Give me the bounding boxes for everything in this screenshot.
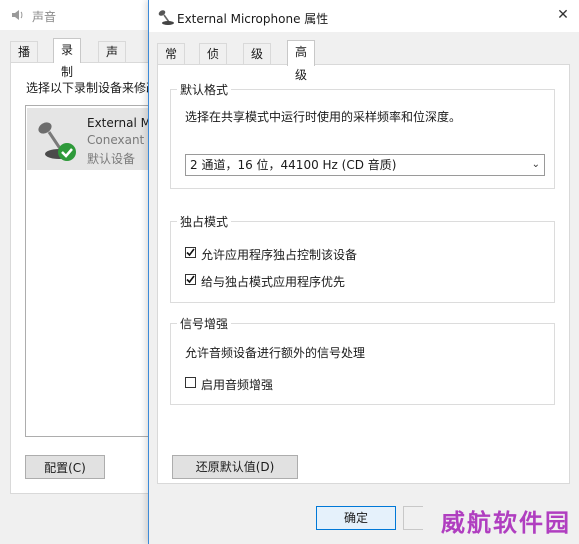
properties-dialog: External Microphone 属性 ✕ 常规 侦听 级别 高级 默认格… bbox=[148, 0, 579, 544]
default-check-badge-icon bbox=[58, 143, 76, 161]
ok-button[interactable]: 确定 bbox=[316, 506, 396, 530]
watermark-text: 威航软件园 bbox=[441, 508, 571, 537]
audio-enhancement-label: 启用音频增强 bbox=[201, 378, 274, 392]
default-format-title: 默认格式 bbox=[177, 81, 232, 98]
tab-recording[interactable]: 录制 bbox=[53, 38, 82, 79]
sound-window-titlebar: 声音 bbox=[0, 0, 160, 30]
exclusive-priority-checkbox[interactable] bbox=[185, 274, 196, 285]
restore-defaults-button[interactable]: 还原默认值(D) bbox=[172, 455, 298, 479]
sound-window-title: 声音 bbox=[32, 10, 57, 24]
device-driver: Conexant 2 bbox=[87, 133, 156, 147]
signal-enhancement-title: 信号增强 bbox=[177, 315, 232, 332]
tab-general[interactable]: 常规 bbox=[157, 43, 186, 82]
exclusive-mode-title: 独占模式 bbox=[177, 213, 232, 230]
speaker-icon bbox=[12, 10, 23, 20]
tab-playback[interactable]: 播放 bbox=[10, 41, 39, 79]
dialog-titlebar: External Microphone 属性 ✕ bbox=[149, 0, 579, 32]
microphone-icon bbox=[158, 10, 174, 25]
chevron-down-icon: ⌄ bbox=[531, 159, 540, 170]
sound-window: 声音 播放 录制 声音 选择以下录制设备来修改 External Mi Cone… bbox=[0, 0, 177, 544]
configure-button[interactable]: 配置(C) bbox=[25, 455, 105, 479]
recording-instruction: 选择以下录制设备来修改 bbox=[26, 81, 159, 95]
exclusive-control-label: 允许应用程序独占控制该设备 bbox=[201, 248, 358, 262]
checkmark-icon bbox=[186, 248, 195, 257]
cancel-button[interactable] bbox=[403, 506, 423, 530]
tab-listen[interactable]: 侦听 bbox=[199, 43, 228, 82]
dialog-title: External Microphone 属性 bbox=[177, 12, 329, 26]
exclusive-priority-label: 给与独占模式应用程序优先 bbox=[201, 275, 346, 289]
device-status: 默认设备 bbox=[87, 152, 136, 166]
default-format-select[interactable]: 2 通道，16 位，44100 Hz (CD 音质) ⌄ bbox=[185, 154, 545, 176]
checkmark-icon bbox=[186, 275, 195, 284]
default-format-description: 选择在共享模式中运行时使用的采样频率和位深度。 bbox=[185, 110, 462, 124]
microphone-icon bbox=[38, 122, 76, 161]
tab-levels[interactable]: 级别 bbox=[243, 43, 272, 82]
signal-enhancement-description: 允许音频设备进行额外的信号处理 bbox=[185, 346, 366, 360]
tab-advanced[interactable]: 高级 bbox=[287, 40, 316, 82]
device-name: External Mi bbox=[87, 116, 155, 130]
advanced-panel: 默认格式 选择在共享模式中运行时使用的采样频率和位深度。 2 通道，16 位，4… bbox=[157, 64, 570, 484]
default-format-group: 默认格式 选择在共享模式中运行时使用的采样频率和位深度。 2 通道，16 位，4… bbox=[170, 81, 555, 189]
recording-panel: 选择以下录制设备来修改 External Mi Conexant 2 默认设备 bbox=[10, 62, 177, 494]
default-format-value: 2 通道，16 位，44100 Hz (CD 音质) bbox=[190, 158, 397, 172]
exclusive-mode-group: 独占模式 允许应用程序独占控制该设备 给与独占模式应用程序优先 bbox=[170, 213, 555, 303]
audio-enhancement-checkbox[interactable] bbox=[185, 377, 196, 388]
tab-sounds[interactable]: 声音 bbox=[98, 41, 127, 79]
exclusive-control-checkbox[interactable] bbox=[185, 247, 196, 258]
close-icon[interactable]: ✕ bbox=[546, 0, 579, 30]
signal-enhancement-group: 信号增强 允许音频设备进行额外的信号处理 启用音频增强 bbox=[170, 315, 555, 405]
